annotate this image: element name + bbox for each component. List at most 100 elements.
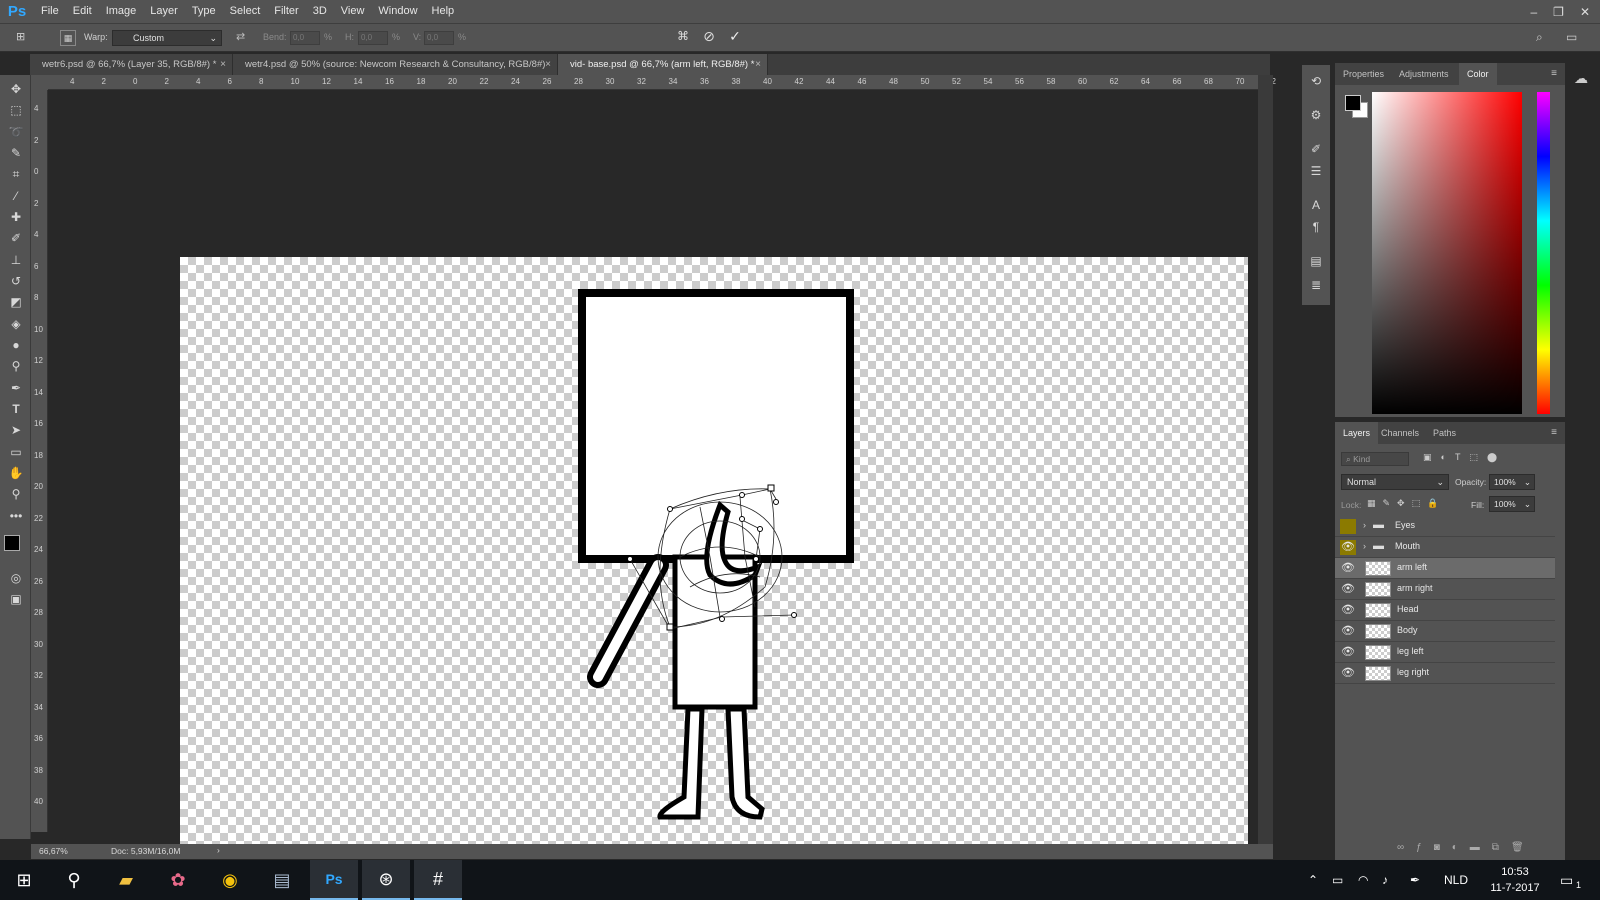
tab-adjustments[interactable]: Adjustments	[1391, 63, 1457, 85]
close-icon[interactable]: ×	[220, 54, 226, 75]
libraries-icon[interactable]: ▤	[1308, 253, 1324, 269]
tool-preset-icon[interactable]: ⊞	[16, 30, 34, 46]
foreground-color-swatch[interactable]	[1345, 95, 1361, 111]
wifi-icon[interactable]: ◠	[1358, 860, 1368, 900]
status-menu-arrow[interactable]: ›	[217, 845, 220, 855]
restore-button[interactable]: ❐	[1553, 5, 1564, 19]
layer-row-mouth[interactable]: 👁 › ▬ Mouth	[1335, 537, 1555, 558]
blur-tool-icon[interactable]: ●	[7, 336, 25, 354]
lock-icons[interactable]: ▦✎✥⬚🔒	[1367, 498, 1445, 509]
eye-icon[interactable]: 👁	[1340, 624, 1356, 639]
character-icon[interactable]: A	[1308, 197, 1324, 213]
layer-row-body[interactable]: 👁 Body	[1335, 621, 1555, 642]
zoom-tool-icon[interactable]: ⚲	[7, 485, 25, 503]
paint-bucket-tool-icon[interactable]: ◈	[7, 315, 25, 333]
tab-channels[interactable]: Channels	[1373, 422, 1427, 444]
layer-row-head[interactable]: 👁 Head	[1335, 600, 1555, 621]
crop-tool-icon[interactable]: ⌗	[7, 165, 25, 183]
brush-tool-icon[interactable]: ✐	[7, 229, 25, 247]
history-icon[interactable]: ⟲	[1308, 73, 1324, 89]
pen-icon[interactable]: ✒	[1410, 860, 1420, 900]
search-icon[interactable]: ⚲	[50, 860, 98, 900]
warp-grid-icon[interactable]: ▦	[60, 30, 76, 46]
tab-layers[interactable]: Layers	[1335, 422, 1379, 444]
close-icon[interactable]: ×	[755, 54, 761, 75]
fx-icon[interactable]: ƒ	[1416, 842, 1434, 853]
layer-row-eyes[interactable]: › ▬ Eyes	[1335, 516, 1555, 537]
history-brush-tool-icon[interactable]: ↺	[7, 272, 25, 290]
type-tool-icon[interactable]: T	[7, 400, 25, 418]
battery-icon[interactable]: ▭	[1332, 860, 1343, 900]
zoom-level[interactable]: 66,67%	[39, 846, 68, 856]
vertical-scrollbar[interactable]	[1258, 75, 1273, 844]
layer-row-arm-right[interactable]: 👁 arm right	[1335, 579, 1555, 600]
stamp-tool-icon[interactable]: ⊥	[7, 251, 25, 269]
eye-icon[interactable]: 👁	[1340, 561, 1356, 576]
visibility-toggle[interactable]	[1340, 519, 1356, 534]
new-layer-icon[interactable]: ⧉	[1492, 842, 1511, 853]
pen-tool-icon[interactable]: ✒	[7, 379, 25, 397]
eye-icon[interactable]: 👁	[1340, 666, 1356, 681]
menu-3d[interactable]: 3D	[306, 0, 334, 23]
file-explorer-icon[interactable]: ▰	[102, 860, 150, 900]
v-input[interactable]: 0,0	[424, 31, 454, 45]
vertical-ruler[interactable]: 4 2 0 2 4 6 8 10 12 14 16 18 20 22 24 26 28 30 32 34 36 38 40	[31, 90, 48, 832]
eye-icon[interactable]: 👁	[1340, 645, 1356, 660]
marquee-tool-icon[interactable]: ⬚	[7, 101, 25, 119]
menu-layer[interactable]: Layer	[143, 0, 185, 23]
quick-mask-icon[interactable]: ◎	[7, 569, 25, 587]
creative-cloud-icon[interactable]: ☁	[1570, 70, 1592, 92]
brush-presets-icon[interactable]: ✐	[1308, 141, 1324, 157]
menu-type[interactable]: Type	[185, 0, 223, 23]
photoshop-logo[interactable]: Ps	[0, 0, 34, 23]
fill-input[interactable]: 100% ⌄	[1489, 496, 1535, 512]
blend-mode-select[interactable]: Normal ⌄	[1341, 474, 1449, 490]
foreground-color-swatch[interactable]	[4, 535, 20, 551]
move-tool-icon[interactable]: ✥	[7, 80, 25, 98]
puppet-warp-icon[interactable]: ⌘	[674, 29, 692, 47]
notes-icon[interactable]: ≣	[1308, 277, 1324, 293]
screen-mode-icon[interactable]: ▣	[7, 590, 25, 608]
file-manager-icon[interactable]: ▤	[258, 860, 306, 900]
path-selection-tool-icon[interactable]: ➤	[7, 421, 25, 439]
menu-filter[interactable]: Filter	[267, 0, 305, 23]
h-input[interactable]: 0,0	[358, 31, 388, 45]
tab-color[interactable]: Color	[1459, 63, 1497, 85]
minimize-button[interactable]: –	[1530, 5, 1537, 19]
horizontal-ruler[interactable]: 4 2 0 2 4 6 8 10 12 14 16 18 20 22 24 26 28 30 32 34 36 38 40 4…	[48, 75, 1276, 90]
new-group-icon[interactable]: ▬	[1470, 842, 1492, 853]
tab-vid-base[interactable]: vid- base.psd @ 66,7% (arm left, RGB/8#)…	[558, 54, 768, 75]
color-field[interactable]	[1372, 92, 1522, 414]
trash-icon[interactable]: 🗑	[1511, 842, 1536, 853]
slack-icon[interactable]: #	[414, 860, 462, 900]
link-layers-icon[interactable]: ∞	[1397, 842, 1416, 853]
volume-icon[interactable]: ♪	[1382, 860, 1388, 900]
eye-icon[interactable]: 👁	[1340, 603, 1356, 618]
panel-menu-icon[interactable]: ≡	[1551, 68, 1557, 79]
commit-transform-icon[interactable]: ✓	[726, 28, 744, 46]
menu-help[interactable]: Help	[425, 0, 462, 23]
eye-icon[interactable]: 👁	[1340, 582, 1356, 597]
rectangle-tool-icon[interactable]: ▭	[7, 443, 25, 461]
lasso-tool-icon[interactable]: ➰	[7, 123, 25, 141]
warp-orientation-icon[interactable]: ⇄	[236, 30, 252, 46]
dodge-tool-icon[interactable]: ⚲	[7, 357, 25, 375]
menu-window[interactable]: Window	[371, 0, 424, 23]
steam-icon[interactable]: ⊛	[362, 860, 410, 900]
layer-row-leg-right[interactable]: 👁 leg right	[1335, 663, 1555, 684]
panel-menu-icon[interactable]: ≡	[1551, 427, 1557, 438]
language-indicator[interactable]: NLD	[1444, 860, 1468, 900]
windows-start-icon[interactable]: ⊞	[0, 860, 48, 900]
menu-file[interactable]: File	[34, 0, 66, 23]
workspace-icon[interactable]: ▭	[1566, 30, 1582, 46]
quick-select-tool-icon[interactable]: ✎	[7, 144, 25, 162]
close-button[interactable]: ✕	[1580, 5, 1590, 19]
hand-tool-icon[interactable]: ✋	[7, 464, 25, 482]
eyedropper-tool-icon[interactable]: ⁄	[7, 187, 25, 205]
tab-paths[interactable]: Paths	[1425, 422, 1464, 444]
layer-row-leg-left[interactable]: 👁 leg left	[1335, 642, 1555, 663]
tab-wetr4[interactable]: wetr4.psd @ 50% (source: Newcom Research…	[233, 54, 558, 75]
clock[interactable]: 10:53 11-7-2017	[1484, 864, 1546, 896]
healing-brush-tool-icon[interactable]: ✚	[7, 208, 25, 226]
chevron-up-icon[interactable]: ⌃	[1308, 860, 1318, 900]
